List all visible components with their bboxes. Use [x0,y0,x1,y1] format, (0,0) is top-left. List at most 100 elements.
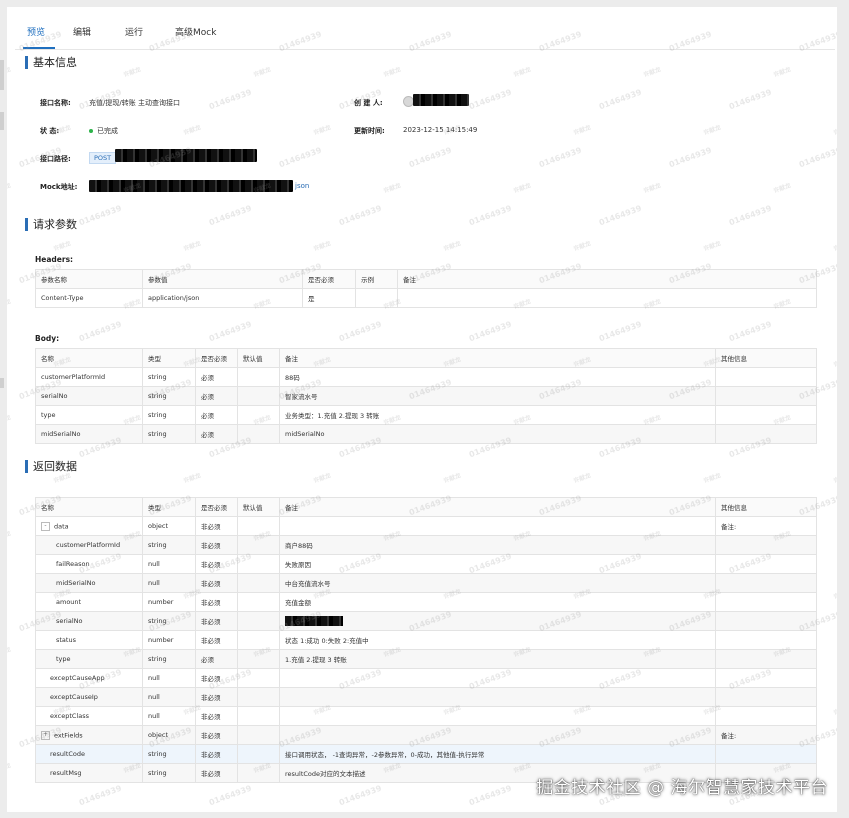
field-note: 失败原因 [279,554,716,574]
watermark-text: 01464939 [667,145,713,170]
table-row: + extFields object 非必须 备注: [35,725,817,745]
table-cell [715,367,817,387]
field-note: 状态 1:成功 0:失败 2:充值中 [279,630,716,650]
table-cell [397,288,817,308]
watermark-text: 01464939 [277,145,323,170]
watermark-text: 许献龙 [7,762,13,775]
field-name-cell: exceptCauseIp [35,687,143,707]
field-other [715,535,817,555]
method-tag: POST [89,152,117,164]
mock-url-label: Mock地址: [40,183,78,191]
watermark-text: 许献龙 [312,240,333,253]
field-default [237,554,280,574]
column-header: 默认值 [237,497,280,517]
left-scroll-marker-3 [0,378,4,388]
watermark-text: 许献龙 [832,356,837,369]
field-default [237,763,280,783]
watermark-text: 01464939 [207,319,253,344]
tab-edit[interactable]: 编辑 [73,25,91,38]
table-cell: string [142,424,196,444]
watermark-text: 许献龙 [442,472,463,485]
field-name: exceptCauseIp [50,693,98,701]
table-row: customerPlatformId string 必须 88码 [35,367,817,387]
field-note [279,725,716,745]
table-row: midSerialNo string 必须 midSerialNo [35,424,817,444]
field-name-cell: resultMsg [35,763,143,783]
field-type: number [142,592,196,612]
table-cell [715,405,817,425]
mock-url-redacted [89,180,293,192]
watermark-text: 许献龙 [642,182,663,195]
column-header: 名称 [35,348,143,368]
field-name-cell: - data [35,516,143,536]
watermark-text: 许献龙 [572,124,593,137]
table-cell [715,386,817,406]
field-required: 非必须 [195,725,238,745]
watermark-text: 许献龙 [7,414,13,427]
response-table: 名称 类型 是否必须 默认值 备注 其他信息 - data object 非必须 备注: custo… [35,497,817,783]
watermark-text: 01464939 [77,783,123,808]
field-name: resultCode [50,750,86,758]
collapse-toggle-icon[interactable]: - [41,521,50,531]
watermark-text: 许献龙 [312,124,333,137]
table-row: - data object 非必须 备注: [35,516,817,536]
table-cell: serialNo [35,386,143,406]
field-other [715,649,817,669]
watermark-text: 01464939 [207,783,253,808]
field-other [715,706,817,726]
field-other [715,668,817,688]
watermark-text: 许献龙 [832,472,837,485]
table-cell: customerPlatformId [35,367,143,387]
field-name: type [56,655,71,663]
source-credit: 掘金技术社区 @ 海尔智慧家技术平台 [536,778,828,798]
field-name: serialNo [56,617,83,625]
watermark-text: 许献龙 [702,240,723,253]
tab-advanced-mock[interactable]: 高级Mock [175,25,216,38]
field-name: exceptCauseApp [50,674,105,682]
field-other: 备注: [715,516,817,536]
tab-divider [15,49,835,50]
request-params-title: 请求参数 [25,218,77,231]
table-cell [237,424,280,444]
response-data-title: 返回数据 [25,460,77,473]
headers-table: 参数名称 参数值 是否必须 示例 备注 Content-Type application/… [35,269,817,308]
field-default [237,516,280,536]
field-default [237,611,280,631]
watermark-text: 许献龙 [7,530,13,543]
field-required: 非必须 [195,611,238,631]
status-dot-icon [89,129,93,133]
updated-label: 更新时间: [354,127,385,135]
field-note: 接口调用状态， -1查询异常，-2参数异常，0-成功，其他值-执行异常 [279,744,716,764]
field-type: null [142,668,196,688]
field-name-cell: + extFields [35,725,143,745]
watermark-text: 许献龙 [572,240,593,253]
watermark-text: 许献龙 [512,182,533,195]
field-name: data [54,522,69,530]
table-cell [237,405,280,425]
basic-info-title: 基本信息 [25,56,77,69]
table-header-row: 参数名称 参数值 是否必须 示例 备注 [35,269,817,289]
tab-run[interactable]: 运行 [125,25,143,38]
watermark-text: 01464939 [207,203,253,228]
table-row: type string 必须 业务类型：1.充值 2.提现 3 转账 [35,405,817,425]
field-type: string [142,535,196,555]
field-default [237,630,280,650]
watermark-text: 01464939 [467,319,513,344]
column-header: 类型 [142,497,196,517]
api-path-label: 接口路径: [40,155,71,163]
field-name-cell: status [35,630,143,650]
column-header: 参数值 [142,269,303,289]
tab-preview[interactable]: 预览 [27,25,45,38]
mock-url-link[interactable]: json [295,182,309,190]
watermark-text: 许献龙 [772,182,793,195]
table-row: Content-Type application/json 是 [35,288,817,308]
watermark-text: 01464939 [467,783,513,808]
expand-toggle-icon[interactable]: + [41,730,50,740]
field-name: exceptClass [50,712,89,720]
watermark-text: 许献龙 [7,182,13,195]
field-name: customerPlatformId [56,541,121,549]
table-row: exceptClass null 非必须 [35,706,817,726]
field-required: 非必须 [195,535,238,555]
watermark-text: 01464939 [797,145,837,170]
watermark-text: 许献龙 [512,66,533,79]
